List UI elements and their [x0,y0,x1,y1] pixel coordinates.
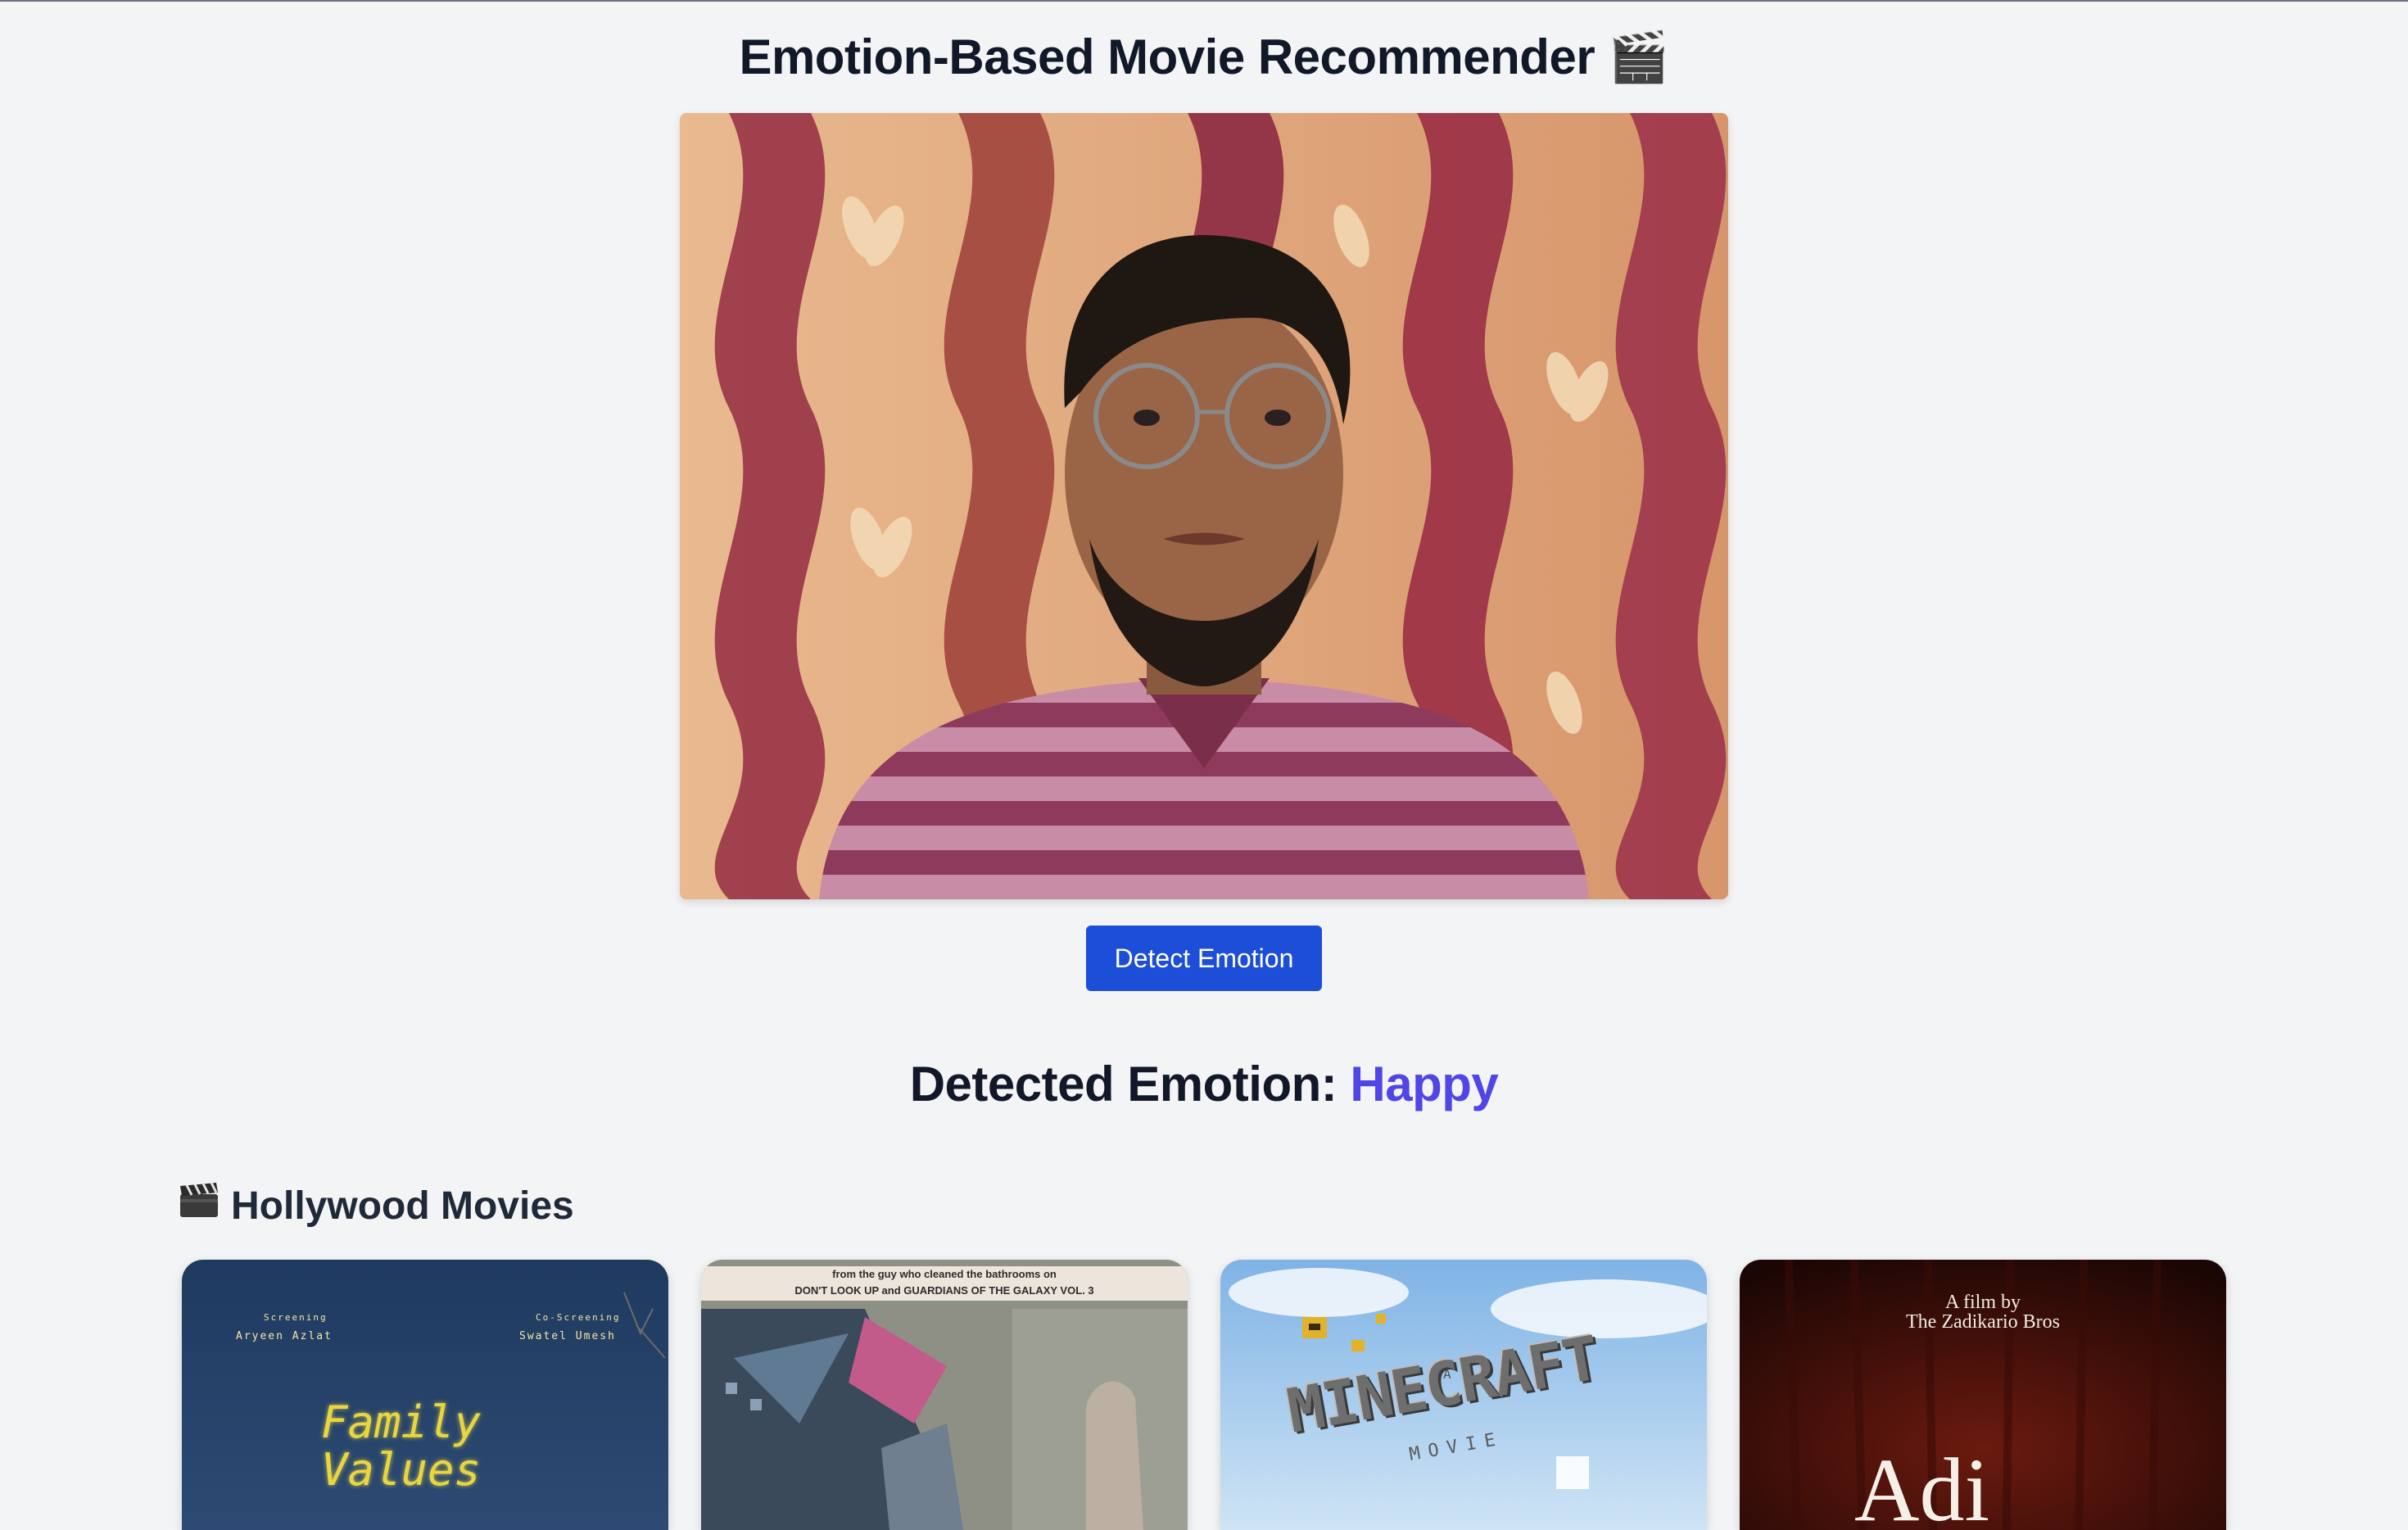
section-title-hollywood: Hollywood Movies [179,1178,574,1235]
detected-emotion-value: Happy [1350,1057,1499,1111]
poster-credit-label: Screening [264,1312,328,1323]
detect-emotion-button[interactable]: Detect Emotion [1086,926,1322,991]
poster-credit-line: The Zadikario Bros [1906,1311,2060,1333]
poster-credit-name: Swatel Umesh [519,1330,616,1342]
poster-title: Adi [1854,1440,1989,1530]
section-title-label: Hollywood Movies [231,1184,574,1228]
poster-tagline-line: DON'T LOOK UP and GUARDIANS OF THE GALAX… [794,1284,1094,1297]
poster-credit-label: Co-Screening [536,1312,621,1323]
page-title: Emotion-Based Movie Recommender 🎬 [739,29,1669,84]
poster-credit-line: A film by [1944,1292,2021,1313]
detected-emotion-label: Detected Emotion: [909,1057,1338,1111]
poster-title-line: Family [321,1396,482,1448]
movie-card-family-values[interactable]: Screening Aryeen Azlat Co-Screening Swat… [182,1260,668,1530]
webcam-feed [680,113,1728,899]
poster-tagline-line: from the guy who cleaned the bathrooms o… [832,1268,1057,1280]
detected-emotion-heading: Detected Emotion: Happy [0,1052,2408,1117]
poster-tagline: from the guy who cleaned the bathrooms o… [701,1266,1188,1301]
poster-credit: A film by The Zadikario Bros [1740,1292,2226,1332]
movie-card-bathrooms[interactable]: from the guy who cleaned the bathrooms o… [701,1260,1188,1530]
poster-credit-name: Aryeen Azlat [236,1330,333,1342]
clapperboard-icon [179,1178,220,1235]
movie-grid: Screening Aryeen Azlat Co-Screening Swat… [182,1260,2226,1530]
movie-card-adi[interactable]: A film by The Zadikario Bros Adi [1740,1260,2226,1530]
movie-card-minecraft[interactable]: A MINECRAFT MOVIE [1220,1260,1707,1530]
poster-title: Family Values [321,1399,481,1494]
poster-title-line: Values [321,1444,482,1496]
